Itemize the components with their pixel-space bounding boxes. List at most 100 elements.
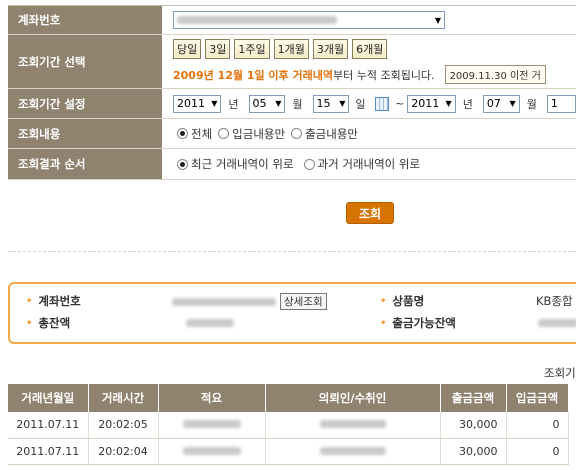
summary-account: • 계좌번호 bbox=[26, 293, 81, 309]
col-memo: 적요 bbox=[158, 384, 266, 412]
period-set-label: 조회기간 설정 bbox=[8, 89, 163, 118]
chevron-down-icon: ▼ bbox=[339, 99, 346, 108]
radio-all[interactable]: 전체 bbox=[177, 126, 212, 142]
radio-dot[interactable] bbox=[291, 128, 303, 139]
chevron-down-icon: ▼ bbox=[434, 15, 441, 25]
cell-memo bbox=[158, 438, 266, 465]
radio-deposit-only[interactable]: 입금내용만 bbox=[218, 126, 285, 142]
order-label: 조회결과 순서 bbox=[8, 149, 163, 179]
radio-dot[interactable] bbox=[177, 128, 188, 139]
masked-withdrawable-value bbox=[538, 319, 576, 327]
cell-memo bbox=[158, 412, 266, 439]
calendar-icon[interactable] bbox=[374, 96, 390, 111]
history-notice-text: 부터 누적 조회됩니다. bbox=[332, 69, 435, 82]
cell-withdraw: 30,000 bbox=[440, 438, 507, 465]
search-form: 계좌번호 ▼ 조회기간 선택 당일 3일 1주일 1개월 3개월 6개월 2009년 12… bbox=[8, 5, 576, 180]
bullet-icon: • bbox=[26, 295, 33, 307]
summary-account-label: 계좌번호 bbox=[38, 294, 81, 308]
account-summary-box: • 계좌번호 상세조회 • 상품명 KB종합 • 총잔액 • 출금가능잔액 bbox=[8, 282, 576, 344]
summary-total-label: 총잔액 bbox=[38, 316, 71, 330]
range-tilde: ~ bbox=[395, 97, 405, 110]
summary-account-value: 상세조회 bbox=[172, 293, 327, 310]
chevron-down-icon: ▼ bbox=[275, 99, 282, 108]
chevron-down-icon: ▼ bbox=[509, 99, 516, 108]
col-counterparty: 의뢰인/수취인 bbox=[265, 384, 441, 412]
cell-deposit: 0 bbox=[506, 412, 569, 439]
summary-withdrawable-label: 출금가능잔액 bbox=[392, 316, 456, 330]
month-unit: 월 bbox=[526, 97, 537, 111]
period-set-row: 조회기간 설정 2011 ▼ 년 05 ▼ 월 15 ▼ 일 ~ 2011 ▼ 년 07… bbox=[8, 89, 576, 119]
cell-withdraw: 30,000 bbox=[440, 412, 507, 439]
year-unit: 년 bbox=[228, 97, 239, 111]
history-notice-highlight: 2009년 12월 1일 이후 거래내역 bbox=[173, 69, 333, 82]
summary-withdrawable: • 출금가능잔액 bbox=[380, 315, 456, 331]
radio-dot[interactable] bbox=[218, 128, 230, 139]
summary-product-label: 상품명 bbox=[392, 294, 425, 308]
summary-product-value: KB종합 bbox=[536, 294, 573, 308]
account-label: 계좌번호 bbox=[8, 6, 163, 34]
masked-memo bbox=[182, 446, 241, 455]
col-withdraw: 출금금액 bbox=[440, 384, 507, 412]
from-year-select[interactable]: 2011 ▼ bbox=[173, 94, 222, 113]
masked-memo bbox=[182, 420, 241, 429]
chevron-down-icon: ▼ bbox=[445, 99, 452, 108]
summary-withdrawable-value bbox=[538, 319, 576, 327]
masked-account-number bbox=[177, 16, 337, 24]
bullet-icon: • bbox=[380, 317, 387, 329]
from-month-select[interactable]: 05 ▼ bbox=[248, 94, 286, 113]
bullet-icon: • bbox=[26, 317, 33, 329]
period-button-3days[interactable]: 3일 bbox=[205, 39, 231, 59]
period-button-6months[interactable]: 6개월 bbox=[352, 39, 388, 59]
year-unit: 년 bbox=[462, 97, 473, 111]
radio-oldest-first[interactable]: 과거 거래내역이 위로 bbox=[303, 156, 420, 172]
to-year-select[interactable]: 2011 ▼ bbox=[407, 94, 456, 113]
period-button-1month[interactable]: 1개월 bbox=[273, 39, 309, 59]
cell-date: 2011.07.11 bbox=[8, 438, 89, 465]
prev-history-button[interactable]: 2009.11.30 이전 거 bbox=[444, 65, 546, 84]
radio-recent-first[interactable]: 최근 거래내역이 위로 bbox=[177, 156, 294, 172]
period-button-1week[interactable]: 1주일 bbox=[234, 39, 270, 59]
radio-dot[interactable] bbox=[303, 158, 315, 170]
masked-total-value bbox=[186, 319, 234, 327]
cell-counterparty bbox=[265, 438, 441, 465]
table-row: 2011.07.11 20:02:04 30,000 0 bbox=[8, 438, 569, 465]
period-button-3months[interactable]: 3개월 bbox=[312, 39, 349, 59]
month-unit: 월 bbox=[292, 97, 303, 111]
cell-time: 20:02:04 bbox=[88, 438, 159, 465]
account-row: 계좌번호 ▼ bbox=[8, 6, 576, 35]
masked-counterparty bbox=[319, 420, 386, 429]
query-button[interactable]: 조회 bbox=[346, 202, 394, 224]
cell-deposit: 0 bbox=[506, 438, 569, 465]
summary-total-value bbox=[186, 319, 234, 327]
period-select-label: 조회기간 선택 bbox=[8, 35, 163, 88]
table-row: 2011.07.11 20:02:05 30,000 0 bbox=[8, 412, 569, 439]
col-deposit: 입금금액 bbox=[506, 384, 569, 412]
bullet-icon: • bbox=[380, 295, 387, 307]
to-month-select[interactable]: 07 ▼ bbox=[482, 94, 520, 113]
period-select-row: 조회기간 선택 당일 3일 1주일 1개월 3개월 6개월 2009년 12월 1일 이후… bbox=[8, 35, 576, 89]
table-header-row: 거래년월일 거래시간 적요 의뢰인/수취인 출금금액 입금금액 bbox=[8, 384, 569, 412]
to-day-select[interactable]: 1 bbox=[546, 94, 576, 113]
content-label: 조회내용 bbox=[8, 119, 163, 148]
detail-button[interactable]: 상세조회 bbox=[280, 293, 327, 310]
transaction-table: 거래년월일 거래시간 적요 의뢰인/수취인 출금금액 입금금액 2011.07.… bbox=[8, 384, 569, 465]
history-notice: 2009년 12월 1일 이후 거래내역부터 누적 조회됩니다. bbox=[173, 69, 435, 82]
period-button-today[interactable]: 당일 bbox=[173, 39, 202, 59]
query-date-label: 조회기 bbox=[544, 366, 576, 380]
cell-date: 2011.07.11 bbox=[8, 412, 89, 439]
cell-counterparty bbox=[265, 412, 441, 439]
account-select[interactable]: ▼ bbox=[173, 11, 445, 29]
cell-time: 20:02:05 bbox=[88, 412, 159, 439]
summary-total: • 총잔액 bbox=[26, 315, 70, 331]
col-date: 거래년월일 bbox=[8, 384, 89, 412]
radio-dot[interactable] bbox=[177, 158, 188, 170]
divider bbox=[8, 251, 576, 252]
summary-product: • 상품명 bbox=[380, 293, 424, 309]
day-unit: 일 bbox=[355, 97, 366, 111]
col-time: 거래시간 bbox=[88, 384, 159, 412]
order-row: 조회결과 순서 최근 거래내역이 위로 과거 거래내역이 위로 bbox=[8, 149, 576, 180]
content-row: 조회내용 전체 입금내용만 출금내용만 bbox=[8, 119, 576, 149]
radio-withdraw-only[interactable]: 출금내용만 bbox=[291, 126, 358, 142]
chevron-down-icon: ▼ bbox=[211, 99, 218, 108]
from-day-select[interactable]: 15 ▼ bbox=[312, 94, 350, 113]
